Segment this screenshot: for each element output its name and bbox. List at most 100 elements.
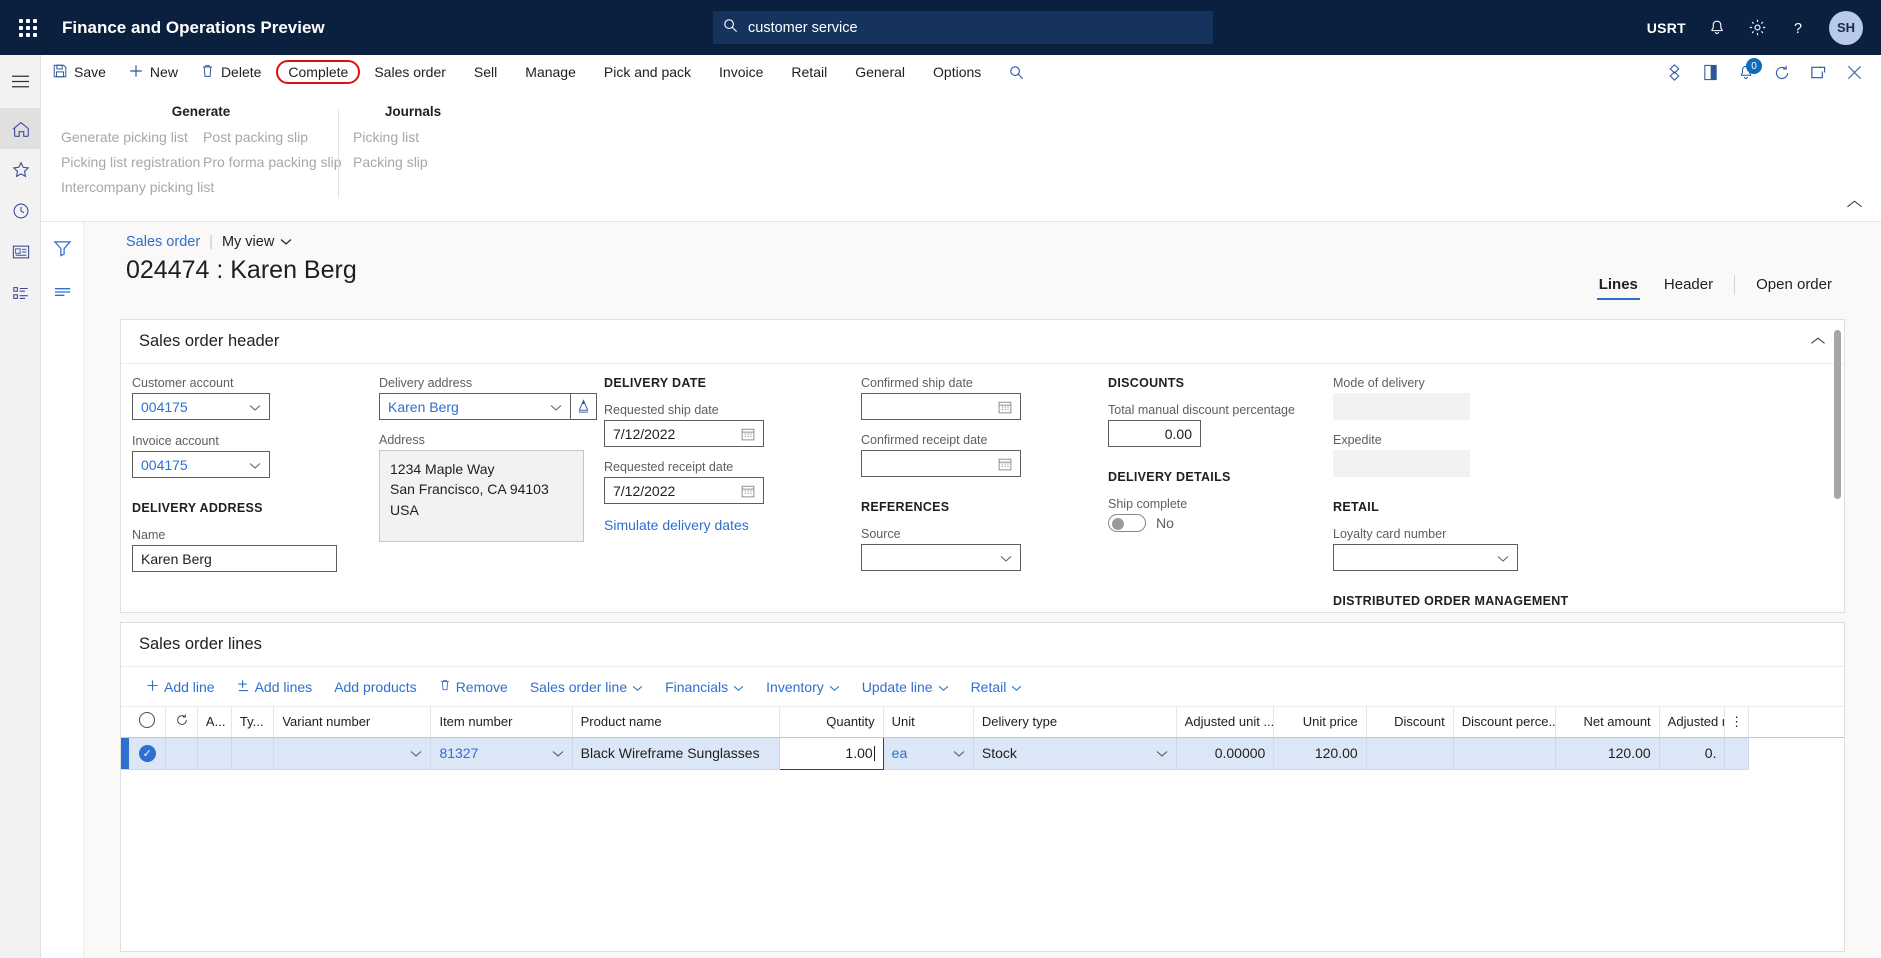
column-header-delivery-type[interactable]: Delivery type xyxy=(973,707,1177,738)
tab-sales-order[interactable]: Sales order xyxy=(360,55,460,90)
column-header-a[interactable]: A... xyxy=(197,707,232,738)
star-icon[interactable] xyxy=(0,149,41,190)
remove-button[interactable]: Remove xyxy=(428,667,519,707)
bell-icon[interactable] xyxy=(1708,19,1726,37)
column-options-icon[interactable]: ⋮ xyxy=(1724,707,1749,738)
close-icon[interactable] xyxy=(1846,64,1863,81)
update-line-menu[interactable]: Update line xyxy=(851,667,960,707)
summary-icon[interactable] xyxy=(41,270,84,314)
app-launcher-icon[interactable] xyxy=(0,0,56,55)
tab-header[interactable]: Header xyxy=(1651,272,1726,298)
save-button[interactable]: Save xyxy=(41,55,117,90)
expedite-input[interactable] xyxy=(1333,450,1470,477)
ship-complete-toggle[interactable] xyxy=(1108,514,1146,532)
row-discount-percent-cell[interactable] xyxy=(1453,737,1556,770)
row-item-number-cell[interactable]: 81327 xyxy=(430,737,573,770)
complete-button[interactable]: Complete xyxy=(288,64,348,80)
row-product-name-cell[interactable]: Black Wireframe Sunglasses xyxy=(572,737,780,770)
tab-sell[interactable]: Sell xyxy=(460,55,511,90)
column-header-discount[interactable]: Discount xyxy=(1366,707,1454,738)
row-discount-cell[interactable] xyxy=(1366,737,1454,770)
tab-pick-and-pack[interactable]: Pick and pack xyxy=(590,55,705,93)
ribbon-search-icon[interactable] xyxy=(995,55,1035,90)
select-all-header[interactable] xyxy=(129,707,167,738)
column-header-ty[interactable]: Ty... xyxy=(231,707,275,738)
generate-picking-list-link[interactable]: Generate picking list xyxy=(61,127,203,147)
sales-order-line-menu[interactable]: Sales order line xyxy=(519,667,654,707)
confirmed-receipt-date-input[interactable] xyxy=(861,450,1021,477)
row-unit-cell[interactable]: ea xyxy=(883,737,974,770)
name-input[interactable]: Karen Berg xyxy=(132,545,337,572)
post-packing-slip-link[interactable]: Post packing slip xyxy=(203,127,342,147)
requested-ship-date-input[interactable]: 7/12/2022 xyxy=(604,420,764,447)
tab-general[interactable]: General xyxy=(841,55,919,90)
row-net-amount-cell[interactable]: 120.00 xyxy=(1555,737,1660,770)
sales-order-header-card-header[interactable]: Sales order header xyxy=(121,320,1844,364)
tab-open-order[interactable]: Open order xyxy=(1743,272,1845,298)
row-select-cell[interactable]: ✓ xyxy=(129,737,167,770)
tab-manage[interactable]: Manage xyxy=(511,55,590,90)
mode-of-delivery-input[interactable] xyxy=(1333,393,1470,420)
add-lines-button[interactable]: Add lines xyxy=(226,667,324,707)
tab-invoice[interactable]: Invoice xyxy=(705,55,777,90)
column-header-unit[interactable]: Unit xyxy=(883,707,974,738)
row-unit-price-cell[interactable]: 120.00 xyxy=(1273,737,1367,770)
row-delivery-type-cell[interactable]: Stock xyxy=(973,737,1177,770)
calendar-icon[interactable] xyxy=(992,457,1012,471)
relationships-icon[interactable] xyxy=(1665,63,1684,82)
packing-slip-journal-link[interactable]: Packing slip xyxy=(353,152,428,172)
row-selected-check-icon[interactable]: ✓ xyxy=(138,745,156,762)
popout-icon[interactable] xyxy=(1809,64,1828,81)
header-card-scrollbar[interactable] xyxy=(1834,330,1841,602)
column-header-product-name[interactable]: Product name xyxy=(572,707,780,738)
column-header-discount-percent[interactable]: Discount perce... xyxy=(1453,707,1556,738)
sales-order-lines-card-header[interactable]: Sales order lines xyxy=(121,623,1844,667)
chevron-up-icon[interactable] xyxy=(1846,197,1863,215)
gear-icon[interactable] xyxy=(1748,18,1767,37)
calendar-icon[interactable] xyxy=(735,484,755,498)
column-header-variant-number[interactable]: Variant number xyxy=(273,707,432,738)
chevron-down-icon[interactable] xyxy=(410,745,422,761)
refresh-column-header[interactable] xyxy=(165,707,198,738)
workspaces-icon[interactable] xyxy=(0,231,41,272)
confirmed-ship-date-input[interactable] xyxy=(861,393,1021,420)
delivery-address-input[interactable]: Karen Berg xyxy=(379,393,571,420)
column-header-unit-price[interactable]: Unit price xyxy=(1273,707,1367,738)
tab-options[interactable]: Options xyxy=(919,55,995,90)
customer-account-input[interactable]: 004175 xyxy=(132,393,270,420)
select-all-circle-icon[interactable] xyxy=(139,712,156,729)
map-pin-icon[interactable] xyxy=(570,393,597,420)
address-textbox[interactable]: 1234 Maple Way San Francisco, CA 94103 U… xyxy=(379,450,584,542)
inventory-menu[interactable]: Inventory xyxy=(755,667,851,707)
home-icon[interactable] xyxy=(0,108,41,149)
picking-list-journal-link[interactable]: Picking list xyxy=(353,127,428,147)
column-header-adjusted-net-amount[interactable]: Adjusted n xyxy=(1659,707,1726,738)
pro-forma-packing-slip-link[interactable]: Pro forma packing slip xyxy=(203,152,342,172)
tab-lines[interactable]: Lines xyxy=(1586,272,1651,300)
financials-menu[interactable]: Financials xyxy=(654,667,755,707)
row-ty-cell[interactable] xyxy=(231,737,275,770)
row-adjusted-net-amount-cell[interactable]: 0. xyxy=(1659,737,1726,770)
column-header-quantity[interactable]: Quantity xyxy=(779,707,884,738)
add-products-button[interactable]: Add products xyxy=(323,667,428,707)
breadcrumb-sales-order-link[interactable]: Sales order xyxy=(126,234,200,250)
modules-icon[interactable] xyxy=(0,272,41,313)
chevron-down-icon[interactable] xyxy=(552,745,564,761)
clock-icon[interactable] xyxy=(0,190,41,231)
avatar[interactable]: SH xyxy=(1829,10,1863,45)
filter-icon[interactable] xyxy=(41,226,84,270)
simulate-delivery-dates-link[interactable]: Simulate delivery dates xyxy=(604,517,834,533)
intercompany-picking-list-link[interactable]: Intercompany picking list xyxy=(61,177,214,197)
loyalty-card-number-input[interactable] xyxy=(1333,544,1518,571)
column-header-net-amount[interactable]: Net amount xyxy=(1555,707,1660,738)
view-selector[interactable]: My view xyxy=(222,234,292,250)
invoice-account-input[interactable]: 004175 xyxy=(132,451,270,478)
picking-list-registration-link[interactable]: Picking list registration xyxy=(61,152,203,172)
calendar-icon[interactable] xyxy=(735,427,755,441)
calendar-icon[interactable] xyxy=(992,400,1012,414)
refresh-icon[interactable] xyxy=(1773,64,1791,82)
requested-receipt-date-input[interactable]: 7/12/2022 xyxy=(604,477,764,504)
row-quantity-cell[interactable]: 1.00 xyxy=(778,736,884,770)
add-line-button[interactable]: Add line xyxy=(135,667,226,707)
question-icon[interactable]: ? xyxy=(1789,19,1807,37)
